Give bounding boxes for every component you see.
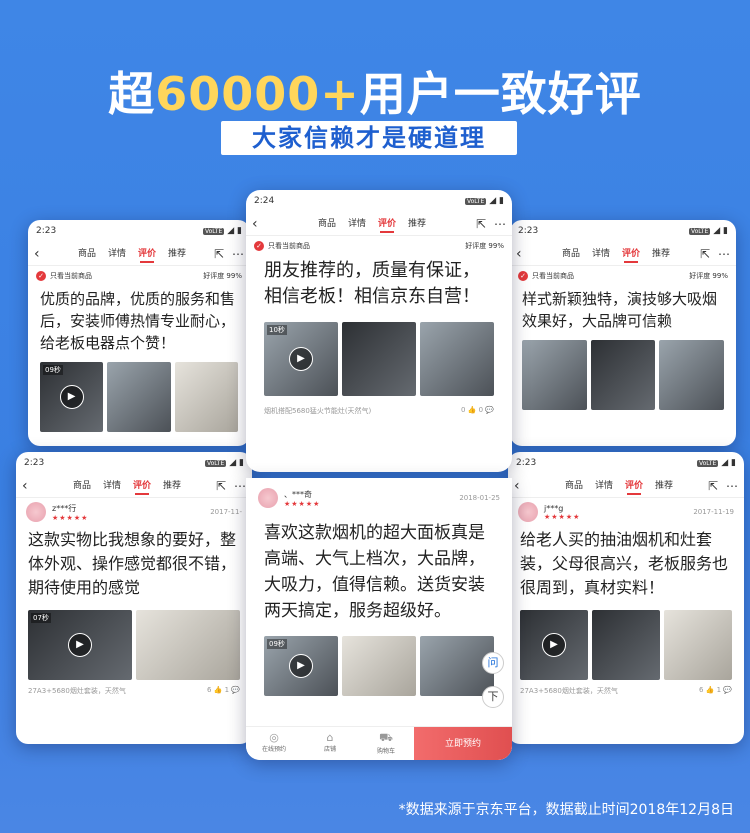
avatar xyxy=(26,502,46,522)
tagline: 大家信赖才是硬道理 xyxy=(221,121,517,155)
cart-icon: ⛟ xyxy=(379,731,393,744)
play-icon: ▶ xyxy=(542,633,566,657)
phone-top-center: 2:24 VoLTE ◢ ▮ ‹ 商品 详情 评价 推荐 ⇱ ⋯ ✓ 只看当前商品 好评度 99… xyxy=(246,190,512,472)
play-icon: ▶ xyxy=(59,385,84,409)
photo-thumb[interactable] xyxy=(592,610,660,680)
photo-thumb[interactable] xyxy=(342,636,416,696)
phone-bottom-center: 、***奇 ★★★★★ 2018-01-25 喜欢这款烟机的超大面板真是高端、大气上… xyxy=(246,478,512,760)
back-icon[interactable]: ‹ xyxy=(22,478,38,494)
bottom-action-bar: ◎ 在线预约 ⌂ 店铺 ⛟ 购物车 立即预约 xyxy=(246,726,512,760)
share-icon[interactable]: ⇱ xyxy=(214,247,224,261)
rating-stars: ★★★★★ xyxy=(284,499,321,508)
review-text: 优质的品牌，优质的服务和售后，安装师傅热情专业耐心，给老板电器点个赞！ xyxy=(40,290,236,352)
review-text: 喜欢这款烟机的超大面板真是高端、大气上档次，大品牌，大吸力，值得信赖。送货安装两… xyxy=(264,523,485,621)
video-thumb[interactable]: ▶ xyxy=(520,610,588,680)
photo-thumb[interactable] xyxy=(522,340,587,410)
phone-bottom-left: 2:23 VoLTE ◢ ▮ ‹ 商品 详情 评价 推荐 ⇱ ⋯ z***行 ★★★★★ 201… xyxy=(16,452,252,744)
more-icon[interactable]: ⋯ xyxy=(718,247,730,261)
more-icon[interactable]: ⋯ xyxy=(494,217,506,231)
photo-thumb[interactable] xyxy=(136,610,240,680)
cart-tab[interactable]: ⛟ 购物车 xyxy=(358,727,414,760)
video-thumb[interactable]: 09秒 ▶ xyxy=(264,636,338,696)
play-icon: ▶ xyxy=(289,654,313,678)
avatar xyxy=(518,502,538,522)
product-label: 烟机搭配5680猛火节能灶(天然气) xyxy=(264,407,372,415)
share-icon[interactable]: ⇱ xyxy=(476,217,486,231)
appointment-icon: ◎ xyxy=(269,731,279,744)
phone-bottom-right: 2:23 VoLTE ◢ ▮ ‹ 商品 详情 评价 推荐 ⇱ ⋯ j***g ★★★★★ 201… xyxy=(508,452,744,744)
share-icon[interactable]: ⇱ xyxy=(708,479,718,493)
review-text: 这款实物比我想象的要好，整体外观、操作感觉都很不错，期待使用的感觉 xyxy=(28,530,237,597)
photo-thumb[interactable] xyxy=(659,340,725,410)
review-text: 样式新颖独特，演技够大吸烟效果好，大品牌可信赖 xyxy=(522,290,718,330)
more-icon[interactable]: ⋯ xyxy=(232,247,244,261)
headline: 超60000+用户一致好评 xyxy=(108,67,642,121)
rating-stars: ★★★★★ xyxy=(52,513,89,522)
video-thumb[interactable]: 07秒 ▶ xyxy=(28,610,132,680)
check-icon[interactable]: ✓ xyxy=(36,271,46,281)
scroll-down-button[interactable]: 下 xyxy=(482,686,504,708)
photo-thumb[interactable] xyxy=(342,322,416,396)
photo-thumb[interactable] xyxy=(174,362,238,432)
play-icon: ▶ xyxy=(289,347,313,371)
phone-top-right: 2:23 VoLTE ◢ ▮ ‹ 商品 详情 评价 推荐 ⇱ ⋯ ✓ 只看当前商品 好评度 99… xyxy=(510,220,736,446)
photo-thumb[interactable] xyxy=(590,340,656,410)
appointment-tab[interactable]: ◎ 在线预约 xyxy=(246,727,302,760)
check-icon[interactable]: ✓ xyxy=(518,271,528,281)
check-icon[interactable]: ✓ xyxy=(254,241,264,251)
photo-thumb[interactable] xyxy=(107,362,171,432)
video-thumb[interactable]: 09秒 ▶ xyxy=(40,362,104,432)
footnote: *数据来源于京东平台，数据截止时间2018年12月8日 xyxy=(398,802,734,818)
phone-top-left: 2:23 VoLTE ◢ ▮ ‹ 商品 详情 评价 推荐 ⇱ ⋯ ✓ 只看当前商品 好评度 99… xyxy=(28,220,250,446)
play-icon: ▶ xyxy=(68,633,92,657)
share-icon[interactable]: ⇱ xyxy=(216,479,226,493)
back-icon[interactable]: ‹ xyxy=(516,246,532,262)
product-label: 27A3+5680烟灶套装，天然气 xyxy=(520,687,618,695)
back-icon[interactable]: ‹ xyxy=(514,478,530,494)
photo-thumb[interactable] xyxy=(420,322,494,396)
more-icon[interactable]: ⋯ xyxy=(234,479,246,493)
share-icon[interactable]: ⇱ xyxy=(700,247,710,261)
review-text: 给老人买的抽油烟机和灶套装，父母很高兴，老板服务也很周到，真材实料！ xyxy=(520,530,729,597)
back-icon[interactable]: ‹ xyxy=(252,216,268,232)
photo-thumb[interactable] xyxy=(664,610,732,680)
back-icon[interactable]: ‹ xyxy=(34,246,50,262)
avatar xyxy=(258,488,278,508)
video-thumb[interactable]: 10秒 ▶ xyxy=(264,322,338,396)
review-text: 朋友推荐的，质量有保证，相信老板！相信京东自营！ xyxy=(264,260,480,307)
rating-stars: ★★★★★ xyxy=(544,512,581,521)
shop-icon: ⌂ xyxy=(326,731,334,744)
product-label: 27A3+5680烟灶套装，天然气 xyxy=(28,687,126,695)
more-icon[interactable]: ⋯ xyxy=(726,479,738,493)
question-button[interactable]: 问 xyxy=(482,652,504,674)
book-now-button[interactable]: 立即预约 xyxy=(414,727,512,760)
shop-tab[interactable]: ⌂ 店铺 xyxy=(302,727,358,760)
